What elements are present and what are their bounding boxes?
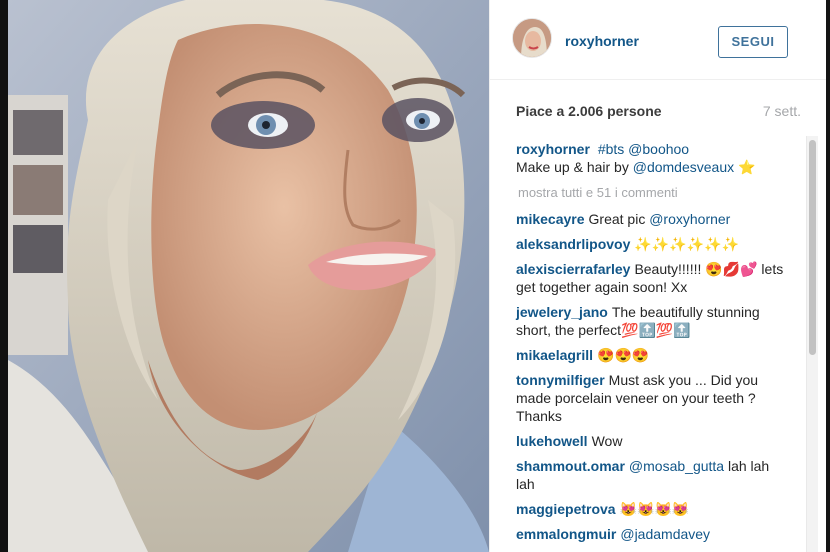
caption-mention[interactable]: @domdesveaux xyxy=(633,159,734,175)
comments-scrollbar[interactable] xyxy=(806,136,818,552)
follow-button[interactable]: SEGUI xyxy=(718,26,788,58)
comment-author[interactable]: alexiscierrafarley xyxy=(516,261,630,277)
comment-item: shammout.omar @mosab_gutta lah lah lah xyxy=(516,457,786,493)
post-age[interactable]: 7 sett. xyxy=(763,103,801,119)
comment-author[interactable]: emmalongmuir xyxy=(516,526,616,542)
scrollbar-thumb[interactable] xyxy=(809,140,816,355)
comment-author[interactable]: maggiepetrova xyxy=(516,501,616,517)
comment-mention[interactable]: @mosab_gutta xyxy=(629,458,724,474)
comment-text: ✨✨✨✨✨✨ xyxy=(634,236,739,252)
comment-author[interactable]: jewelery_jano xyxy=(516,304,608,320)
comment-item: emmalongmuir @jadamdavey xyxy=(516,525,786,543)
comment-mention[interactable]: @jadamdavey xyxy=(620,526,710,542)
post-username[interactable]: roxyhorner xyxy=(565,33,639,49)
comment-author[interactable]: mikaelagrill xyxy=(516,347,593,363)
comment-list: roxyhorner #bts @boohoo Make up & hair b… xyxy=(516,140,786,550)
comment-text: Great pic xyxy=(588,211,650,227)
load-more-comments-link[interactable]: mostra tutti e 51 i commenti xyxy=(518,184,786,202)
comment-author[interactable]: lukehowell xyxy=(516,433,588,449)
comment-item: jewelery_jano The beautifully stunning sh… xyxy=(516,303,786,339)
star-icon: ⭐ xyxy=(738,159,756,175)
backdrop-edge xyxy=(0,0,8,552)
comment-item: mikaelagrill 😍😍😍 xyxy=(516,346,786,364)
comment-author[interactable]: aleksandrlipovoy xyxy=(516,236,630,252)
comment-item: aleksandrlipovoy ✨✨✨✨✨✨ xyxy=(516,235,786,253)
comment-item: maggiepetrova 😻😻😻😻 xyxy=(516,500,786,518)
comment-item: mikecayre Great pic @roxyhorner xyxy=(516,210,786,228)
caption: roxyhorner #bts @boohoo Make up & hair b… xyxy=(516,140,786,176)
comment-mention[interactable]: @roxyhorner xyxy=(649,211,730,227)
caption-author[interactable]: roxyhorner xyxy=(516,141,590,157)
comment-author[interactable]: mikecayre xyxy=(516,211,585,227)
post-photo[interactable] xyxy=(8,0,489,552)
comments-section[interactable]: roxyhorner #bts @boohoo Make up & hair b… xyxy=(490,136,827,552)
profile-avatar[interactable] xyxy=(512,18,552,58)
portrait-image xyxy=(8,0,489,552)
comment-text: 😍😍😍 xyxy=(597,347,650,363)
post-side-panel: roxyhorner SEGUI Piace a 2.006 persone 7… xyxy=(489,0,827,552)
comment-author[interactable]: tonnymilfiger xyxy=(516,372,605,388)
comment-text: 😻😻😻😻 xyxy=(619,501,690,517)
post-header: roxyhorner SEGUI xyxy=(490,0,827,80)
comment-text: Wow xyxy=(591,433,623,449)
caption-text: Make up & hair by xyxy=(516,159,633,175)
load-more-item: mostra tutti e 51 i commenti xyxy=(516,184,786,202)
backdrop-edge-right xyxy=(826,0,830,552)
comment-item: tonnymilfiger Must ask you ... Did you ma… xyxy=(516,371,786,425)
comment-item: alexiscierrafarley Beauty!!!!!! 😍💋💕 lets … xyxy=(516,260,786,296)
likes-bar: Piace a 2.006 persone 7 sett. xyxy=(490,80,827,136)
comment-item: lukehowell Wow xyxy=(516,432,786,450)
comment-author[interactable]: shammout.omar xyxy=(516,458,625,474)
likes-count[interactable]: Piace a 2.006 persone xyxy=(516,103,662,119)
post-modal: roxyhorner SEGUI Piace a 2.006 persone 7… xyxy=(8,0,827,552)
caption-hashtags[interactable]: #bts @boohoo xyxy=(598,141,689,157)
